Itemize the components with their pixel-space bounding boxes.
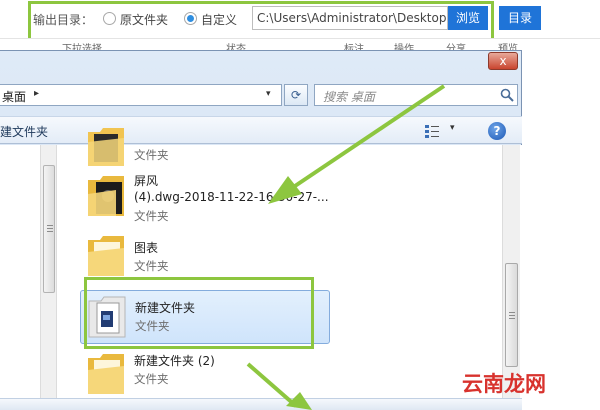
item-name: 新建文件夹 (2) xyxy=(134,354,215,368)
navigation-scrollbar[interactable] xyxy=(40,145,57,410)
item-name: 图表 xyxy=(134,241,159,255)
address-dropdown-icon[interactable]: ▾ xyxy=(266,89,271,99)
dialog-footer-edge xyxy=(0,398,522,410)
close-icon[interactable]: x xyxy=(488,52,518,70)
folder-icon xyxy=(88,128,124,166)
search-icon[interactable] xyxy=(500,88,514,102)
highlight-box-output-bar xyxy=(28,1,494,41)
item-name: 屏风 xyxy=(134,174,159,188)
refresh-icon[interactable]: ⟳ xyxy=(284,84,308,106)
item-type: 文件夹 xyxy=(134,148,169,162)
watermark-text: 云南龙网 xyxy=(462,372,546,396)
list-item[interactable]: 文件夹 xyxy=(80,128,330,166)
item-type: 文件夹 xyxy=(134,259,169,273)
item-type: 文件夹 xyxy=(134,209,169,223)
folder-icon xyxy=(88,176,124,216)
list-item[interactable]: 屏风 (4).dwg-2018-11-22-16-30-27-... 文件夹 xyxy=(80,170,330,226)
view-dropdown-icon[interactable]: ▾ xyxy=(450,123,455,133)
highlight-box-new-folder xyxy=(84,277,314,349)
navigation-scrollbar-thumb[interactable] xyxy=(43,165,55,293)
list-item[interactable]: 图表 文件夹 xyxy=(80,230,330,284)
folder-icon xyxy=(88,354,124,394)
search-placeholder: 搜索 桌面 xyxy=(323,90,375,104)
address-bar[interactable]: 桌面 ▸ ▾ xyxy=(0,84,282,106)
search-input[interactable]: 搜索 桌面 xyxy=(314,84,518,106)
view-options-icon[interactable] xyxy=(424,123,440,139)
folder-icon xyxy=(88,236,124,276)
item-name-line2: (4).dwg-2018-11-22-16-30-27-... xyxy=(134,190,329,204)
breadcrumb-arrow-icon[interactable]: ▸ xyxy=(34,88,39,99)
directory-button[interactable]: 目录 xyxy=(499,6,541,30)
folder-list-scrollbar-thumb[interactable] xyxy=(505,263,518,367)
address-location[interactable]: 桌面 xyxy=(2,88,26,105)
item-type: 文件夹 xyxy=(134,372,169,386)
new-folder-button[interactable]: 建文件夹 xyxy=(0,123,48,140)
help-icon[interactable]: ? xyxy=(488,122,506,140)
list-item[interactable]: 新建文件夹 (2) 文件夹 xyxy=(80,348,330,398)
